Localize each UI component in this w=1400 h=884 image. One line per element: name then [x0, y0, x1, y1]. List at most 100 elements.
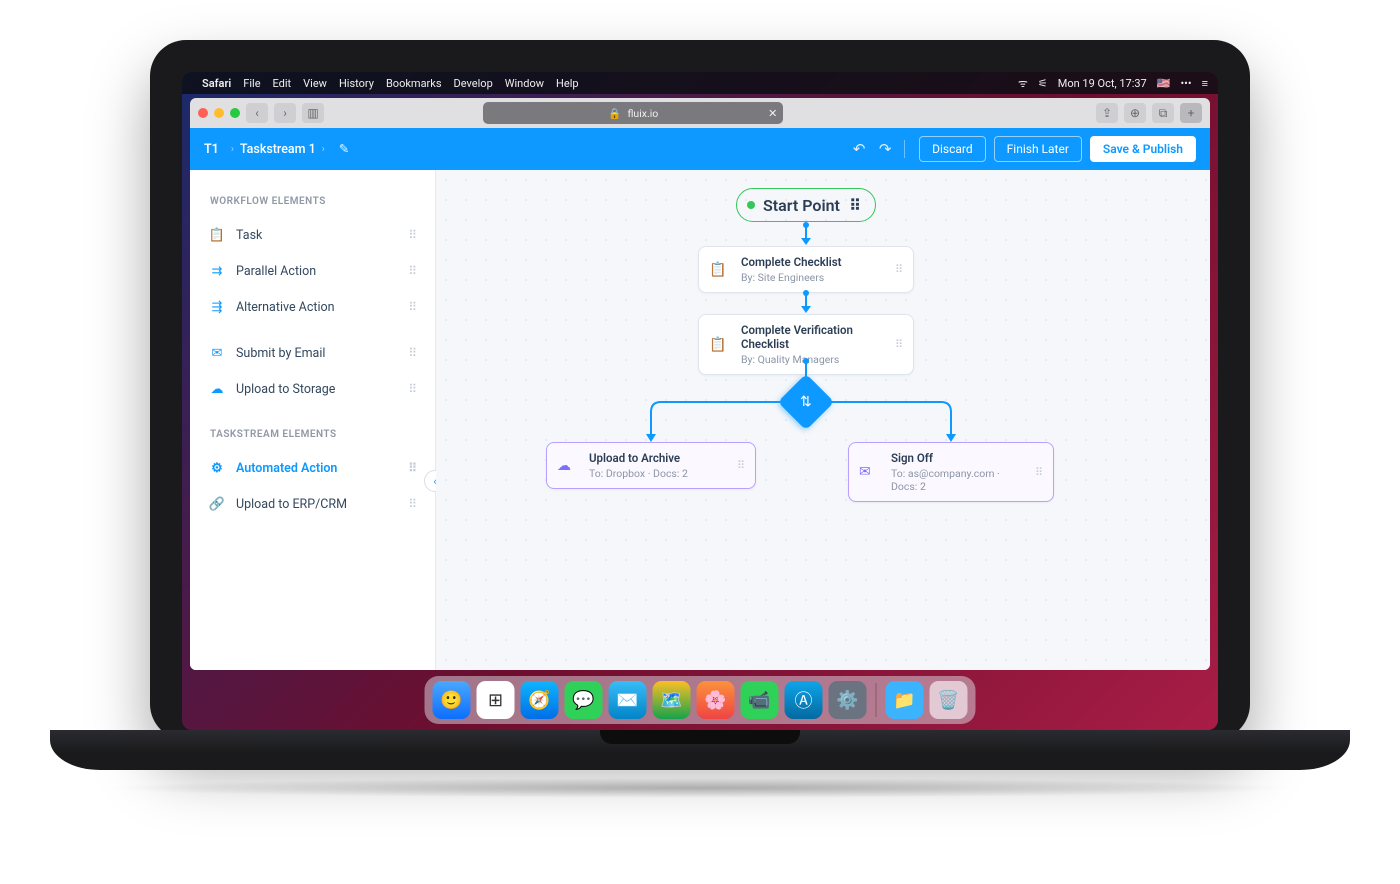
- node-subtitle: To: Dropbox · Docs: 2: [589, 467, 729, 480]
- dock-trash-icon[interactable]: 🗑️: [930, 681, 968, 719]
- menu-history[interactable]: History: [339, 77, 374, 90]
- drag-handle-icon[interactable]: ⠿: [408, 264, 417, 278]
- drag-handle-icon[interactable]: ⠿: [1035, 466, 1043, 479]
- app-header: T1 › Taskstream 1 › ✎ ↶ ↷ Discard Finish…: [190, 128, 1210, 170]
- macos-dock[interactable]: 🙂 ⊞ 🧭 💬 ✉️ 🗺️ 🌸 📹 Ⓐ ⚙️ 📁 🗑️: [425, 676, 976, 724]
- drag-handle-icon[interactable]: ⠿: [408, 461, 417, 475]
- menu-help[interactable]: Help: [556, 77, 579, 90]
- sidebar-item-alternative-action[interactable]: ⇶ Alternative Action ⠿: [198, 289, 427, 325]
- node-title: Complete Verification Checklist: [741, 323, 887, 351]
- menu-file[interactable]: File: [243, 77, 260, 90]
- sidebar-item-automated-action[interactable]: ⚙ Automated Action ⠿: [198, 450, 427, 486]
- menu-develop[interactable]: Develop: [454, 77, 493, 90]
- back-button[interactable]: ‹: [246, 103, 268, 123]
- node-title: Sign Off: [891, 451, 1027, 465]
- app-window: T1 › Taskstream 1 › ✎ ↶ ↷ Discard Finish…: [190, 128, 1210, 670]
- sidebar-item-label: Task: [236, 228, 262, 243]
- new-tab-icon[interactable]: ⊕: [1124, 103, 1146, 123]
- sidebar-item-task[interactable]: 📋 Task ⠿: [198, 217, 427, 253]
- cloud-icon: ☁: [208, 382, 226, 397]
- address-url: fluix.io: [627, 107, 658, 120]
- workflow-canvas[interactable]: Start Point ⠿ 📋 Complete Checklist: [436, 170, 1210, 670]
- address-bar[interactable]: 🔒 fluix.io ✕: [483, 102, 783, 124]
- sidebar-item-parallel-action[interactable]: ⇉ Parallel Action ⠿: [198, 253, 427, 289]
- menu-window[interactable]: Window: [505, 77, 544, 90]
- sidebar-item-upload-erp[interactable]: 🔗 Upload to ERP/CRM ⠿: [198, 486, 427, 522]
- dock-mail-icon[interactable]: ✉️: [609, 681, 647, 719]
- sidebar-item-upload-storage[interactable]: ☁ Upload to Storage ⠿: [198, 371, 427, 407]
- dock-launchpad-icon[interactable]: ⊞: [477, 681, 515, 719]
- tabs-icon[interactable]: ⧉: [1152, 103, 1174, 123]
- traffic-lights[interactable]: [198, 108, 240, 118]
- finish-later-button[interactable]: Finish Later: [994, 136, 1082, 162]
- laptop-shadow: [100, 778, 1300, 798]
- breadcrumb-separator: ›: [231, 144, 234, 155]
- menu-edit[interactable]: Edit: [273, 77, 292, 90]
- dock-safari-icon[interactable]: 🧭: [521, 681, 559, 719]
- alternative-icon: ⇶: [208, 300, 226, 315]
- drag-handle-icon[interactable]: ⠿: [408, 382, 417, 396]
- erp-icon: 🔗: [208, 497, 226, 512]
- start-node[interactable]: Start Point ⠿: [736, 188, 876, 222]
- control-center-icon[interactable]: ⚟: [1038, 77, 1048, 90]
- node-title: Complete Checklist: [741, 255, 887, 269]
- stop-reload-icon[interactable]: ✕: [768, 107, 777, 120]
- drag-handle-icon[interactable]: ⠿: [408, 228, 417, 242]
- status-dot-icon: [747, 201, 755, 209]
- menu-bookmarks[interactable]: Bookmarks: [386, 77, 442, 90]
- minimize-window-icon[interactable]: [214, 108, 224, 118]
- add-tab-plus[interactable]: +: [1180, 103, 1202, 123]
- sidebar-item-label: Upload to Storage: [236, 382, 335, 397]
- dock-finder-icon[interactable]: 🙂: [433, 681, 471, 719]
- drag-handle-icon[interactable]: ⠿: [737, 459, 745, 472]
- dock-facetime-icon[interactable]: 📹: [741, 681, 779, 719]
- drag-handle-icon[interactable]: ⠿: [895, 263, 903, 276]
- menubar-app-name[interactable]: Safari: [202, 77, 231, 90]
- zoom-window-icon[interactable]: [230, 108, 240, 118]
- upload-archive-node[interactable]: ☁ Upload to Archive To: Dropbox · Docs: …: [546, 442, 756, 489]
- task-icon: 📋: [208, 228, 226, 243]
- task-node-complete-checklist[interactable]: 📋 Complete Checklist By: Site Engineers …: [698, 246, 914, 293]
- branch-node[interactable]: ⇅: [778, 374, 835, 431]
- sidebar-heading-workflow: WORKFLOW ELEMENTS: [210, 196, 415, 207]
- menu-view[interactable]: View: [303, 77, 327, 90]
- sign-off-node[interactable]: ✉ Sign Off To: as@company.com · Docs: 2 …: [848, 442, 1054, 502]
- sidebar-item-submit-email[interactable]: ✉ Submit by Email ⠿: [198, 335, 427, 371]
- breadcrumb-code[interactable]: T1: [204, 142, 219, 157]
- drag-handle-icon[interactable]: ⠿: [408, 346, 417, 360]
- email-icon: ✉: [859, 464, 883, 480]
- sidebar-toggle-icon[interactable]: ▥: [302, 103, 324, 123]
- save-publish-button[interactable]: Save & Publish: [1090, 136, 1196, 162]
- safari-toolbar: ‹ › ▥ 🔒 fluix.io ✕ ⇪ ⊕ ⧉ +: [190, 98, 1210, 128]
- drag-handle-icon[interactable]: ⠿: [408, 497, 417, 511]
- sidebar-item-label: Alternative Action: [236, 300, 335, 315]
- email-icon: ✉: [208, 346, 226, 361]
- menubar-list-icon[interactable]: ≡: [1202, 77, 1208, 90]
- share-icon[interactable]: ⇪: [1096, 103, 1118, 123]
- menubar-more-icon[interactable]: •••: [1180, 77, 1191, 90]
- dock-photos-icon[interactable]: 🌸: [697, 681, 735, 719]
- task-icon: 📋: [709, 337, 733, 353]
- macos-menubar: Safari File Edit View History Bookmarks …: [182, 72, 1218, 94]
- page-title[interactable]: Taskstream 1: [240, 142, 316, 157]
- discard-button[interactable]: Discard: [919, 136, 986, 162]
- node-subtitle: To: as@company.com · Docs: 2: [891, 467, 1027, 493]
- dock-settings-icon[interactable]: ⚙️: [829, 681, 867, 719]
- drag-handle-icon[interactable]: ⠿: [408, 300, 417, 314]
- automation-icon: ⚙: [208, 461, 226, 476]
- undo-icon[interactable]: ↶: [846, 136, 872, 162]
- drag-handle-icon[interactable]: ⠿: [895, 338, 903, 351]
- arrow-down-icon: [801, 238, 811, 245]
- dock-messages-icon[interactable]: 💬: [565, 681, 603, 719]
- dock-maps-icon[interactable]: 🗺️: [653, 681, 691, 719]
- redo-icon[interactable]: ↷: [872, 136, 898, 162]
- menubar-clock[interactable]: Mon 19 Oct, 17:37: [1058, 77, 1147, 90]
- forward-button[interactable]: ›: [274, 103, 296, 123]
- sidebar-item-label: Automated Action: [236, 461, 337, 476]
- wifi-icon[interactable]: ᯤ: [1018, 76, 1028, 91]
- edit-title-icon[interactable]: ✎: [339, 141, 349, 157]
- close-window-icon[interactable]: [198, 108, 208, 118]
- dock-folder-icon[interactable]: 📁: [886, 681, 924, 719]
- drag-handle-icon[interactable]: ⠿: [849, 196, 861, 215]
- dock-appstore-icon[interactable]: Ⓐ: [785, 681, 823, 719]
